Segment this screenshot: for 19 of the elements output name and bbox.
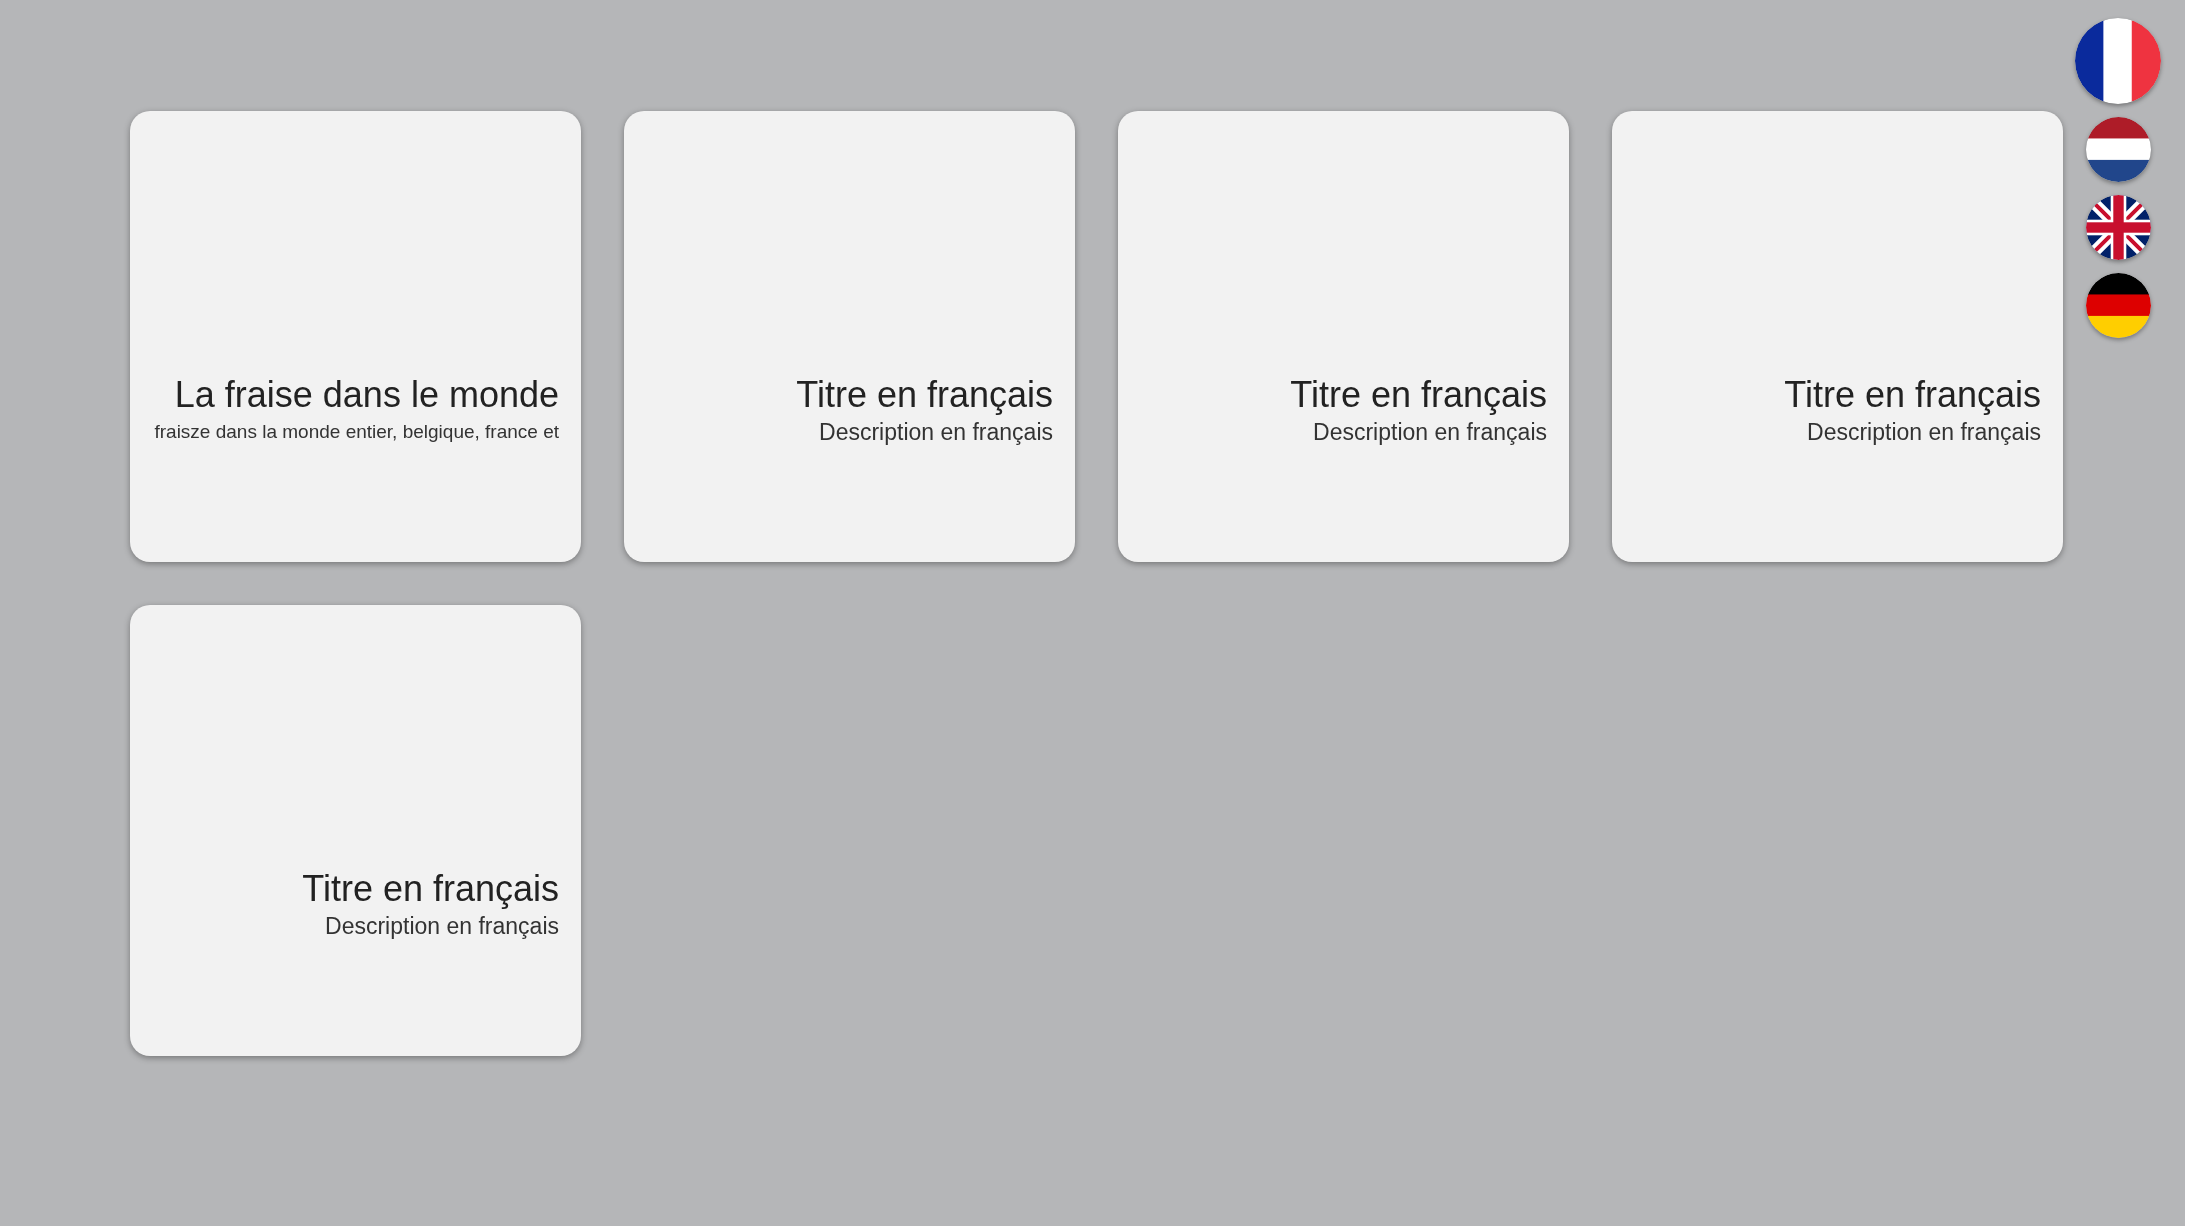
card-title: Titre en français xyxy=(302,867,559,911)
card[interactable]: Titre en français Description en français xyxy=(624,111,1075,562)
card[interactable]: La fraise dans le monde fraisze dans la monde entier, belgique, france et xyxy=(130,111,581,562)
union-jack-flag-icon[interactable] xyxy=(2085,195,2151,260)
card-title: Titre en français xyxy=(796,373,1053,417)
netherlands-flag-icon[interactable] xyxy=(2085,117,2151,182)
card-description: Description en français xyxy=(819,418,1053,447)
card-title: La fraise dans le monde xyxy=(174,373,559,417)
france-flag-icon[interactable] xyxy=(2075,18,2161,104)
card[interactable]: Titre en français Description en français xyxy=(1612,111,2063,562)
card-description: Description en français xyxy=(1313,418,1547,447)
card-title: Titre en français xyxy=(1290,373,1547,417)
card-description: Description en français xyxy=(1807,418,2041,447)
card-description: Description en français xyxy=(325,912,559,941)
germany-flag-icon[interactable] xyxy=(2085,273,2151,338)
card-description: fraisze dans la monde entier, belgique, france et xyxy=(154,420,559,444)
card[interactable]: Titre en français Description en français xyxy=(130,605,581,1056)
card-title: Titre en français xyxy=(1784,373,2041,417)
card[interactable]: Titre en français Description en français xyxy=(1118,111,1569,562)
